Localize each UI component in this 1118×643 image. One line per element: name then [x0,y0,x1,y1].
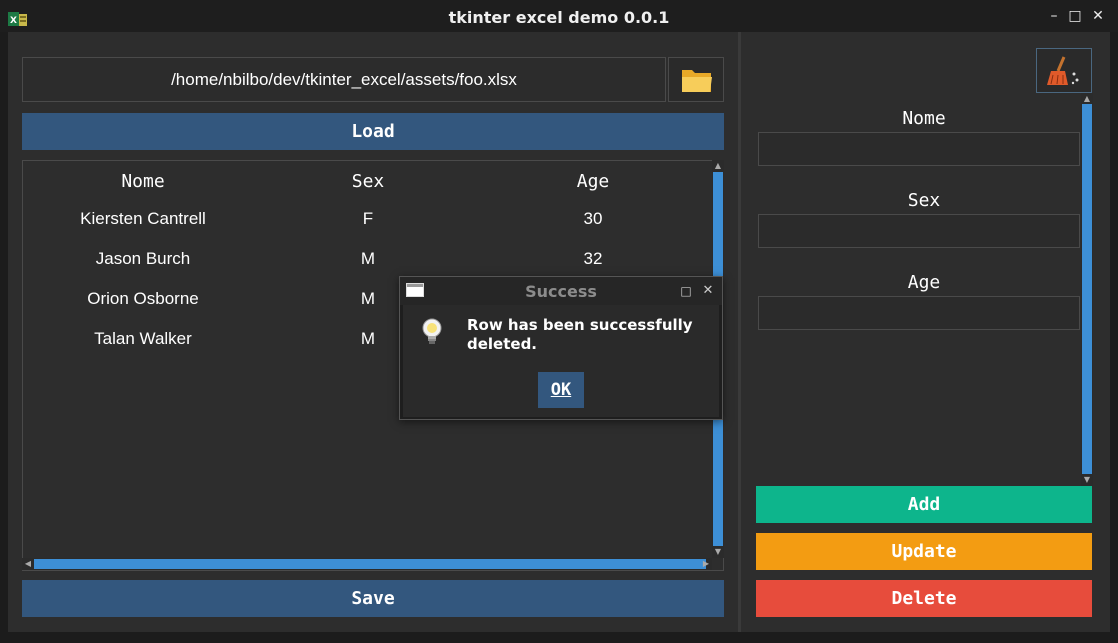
update-button[interactable]: Update [756,533,1092,570]
cell-nome: Kiersten Cantrell [80,209,206,228]
cell-sex: M [360,249,376,268]
nome-label: Nome [902,108,946,129]
scroll-up-arrow-icon[interactable]: ▲ [713,161,723,171]
nome-input[interactable] [758,132,1080,166]
cell-nome: Talan Walker [94,329,192,348]
window-bottom-border [0,632,1118,643]
dialog-message: Row has been successfully deleted. [467,316,693,353]
window-title: tkinter excel demo 0.0.1 [448,8,670,27]
form-vertical-scroll-thumb[interactable] [1082,104,1092,474]
column-header-age[interactable]: Age [473,171,713,192]
cell-nome: Jason Burch [95,249,191,268]
form-scroll-up-arrow-icon[interactable]: ▲ [1082,94,1092,104]
ok-button[interactable]: OK [538,372,584,408]
browse-folder-button[interactable] [668,57,724,102]
folder-icon [682,70,712,92]
sex-label: Sex [907,190,941,211]
column-header-nome[interactable]: Nome [23,171,263,192]
file-path-input[interactable]: /home/nbilbo/dev/tkinter_excel/assets/fo… [22,57,666,102]
table-horizontal-scroll-thumb[interactable] [34,559,706,569]
dialog-close-button[interactable]: ✕ [700,283,716,299]
lightbulb-icon [422,318,442,344]
close-button[interactable]: ✕ [1090,8,1106,24]
load-button[interactable]: Load [22,113,724,150]
scroll-down-arrow-icon[interactable]: ▼ [713,547,723,557]
form-scroll-down-arrow-icon[interactable]: ▼ [1082,475,1092,485]
cell-nome: Orion Osborne [87,289,199,308]
dialog-body: Row has been successfully deleted. OK [403,305,719,417]
age-input[interactable] [758,296,1080,330]
dialog-title: Success [525,282,597,301]
cell-age: 32 [583,249,603,268]
column-header-sex[interactable]: Sex [263,171,473,192]
cell-age: 30 [583,209,603,228]
minimize-button[interactable]: – [1046,8,1062,24]
cell-sex: F [362,209,374,228]
scroll-left-arrow-icon[interactable]: ◀ [23,559,33,569]
save-button[interactable]: Save [22,580,724,617]
clear-form-button[interactable] [1036,48,1092,93]
add-button[interactable]: Add [756,486,1092,523]
scroll-right-arrow-icon[interactable]: ▶ [701,559,711,569]
dialog-maximize-button[interactable]: □ [678,283,694,299]
maximize-button[interactable]: □ [1067,8,1083,24]
dialog-titlebar[interactable]: Success □ ✕ [400,277,722,305]
broom-icon [1047,56,1079,85]
sex-input[interactable] [758,214,1080,248]
window-titlebar: X tkinter excel demo 0.0.1 – □ ✕ [0,0,1118,32]
delete-button[interactable]: Delete [756,580,1092,617]
age-label: Age [907,272,941,293]
success-dialog: Success □ ✕ Row has been successfully de… [399,276,723,420]
